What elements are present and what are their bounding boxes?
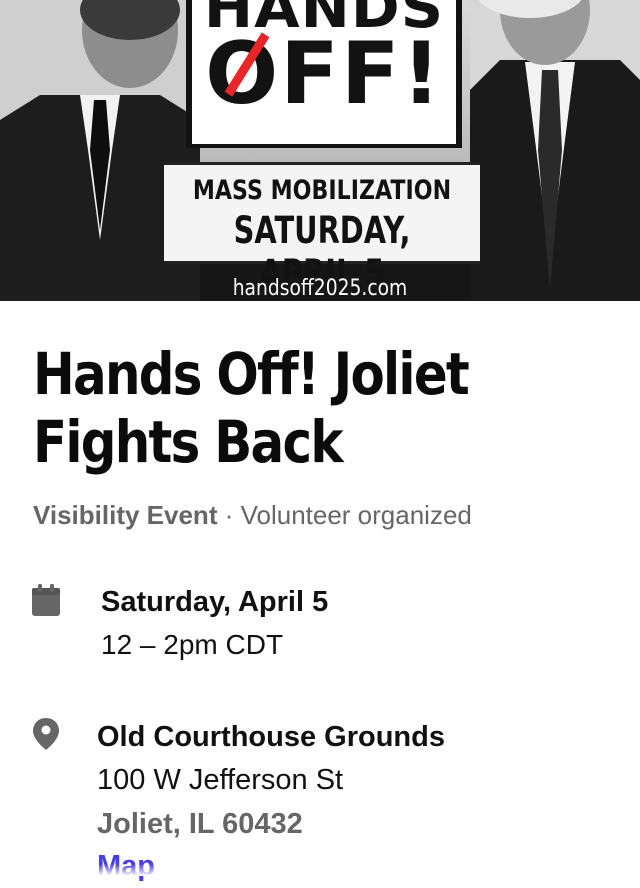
event-organizer: Volunteer organized — [240, 500, 472, 530]
hands-off-sign: HANDS OFF! — [186, 0, 462, 148]
banner-url-text: handsoff2025.com — [232, 276, 408, 301]
meta-separator: · — [217, 500, 241, 530]
map-pin-icon — [33, 718, 59, 750]
location-name: Old Courthouse Grounds — [97, 721, 445, 753]
event-title: Hands Off! Joliet Fights Back — [33, 340, 470, 476]
calendar-icon — [32, 584, 60, 616]
mobilization-sign: MASS MOBILIZATION SATURDAY, APRIL 5 — [164, 162, 480, 295]
event-type: Visibility Event — [33, 500, 218, 530]
event-meta: Visibility Event · Volunteer organized — [33, 500, 472, 531]
bottom-fade — [0, 864, 640, 876]
event-location-block: Old Courthouse Grounds 100 W Jefferson S… — [97, 718, 445, 888]
event-date: Saturday, April 5 — [101, 586, 329, 618]
sign-headline-bottom: OFF! — [205, 24, 443, 124]
event-time: 12 – 2pm CDT — [101, 629, 284, 660]
person-right-photo — [470, 0, 640, 301]
location-city: Joliet, IL 60432 — [97, 808, 303, 840]
sign-subline-1: MASS MOBILIZATION — [192, 175, 452, 206]
event-date-block: Saturday, April 5 12 – 2pm CDT — [101, 584, 328, 667]
location-street: 100 W Jefferson St — [97, 764, 344, 796]
event-banner-image: HANDS OFF! MASS MOBILIZATION SATURDAY, A… — [0, 0, 640, 301]
